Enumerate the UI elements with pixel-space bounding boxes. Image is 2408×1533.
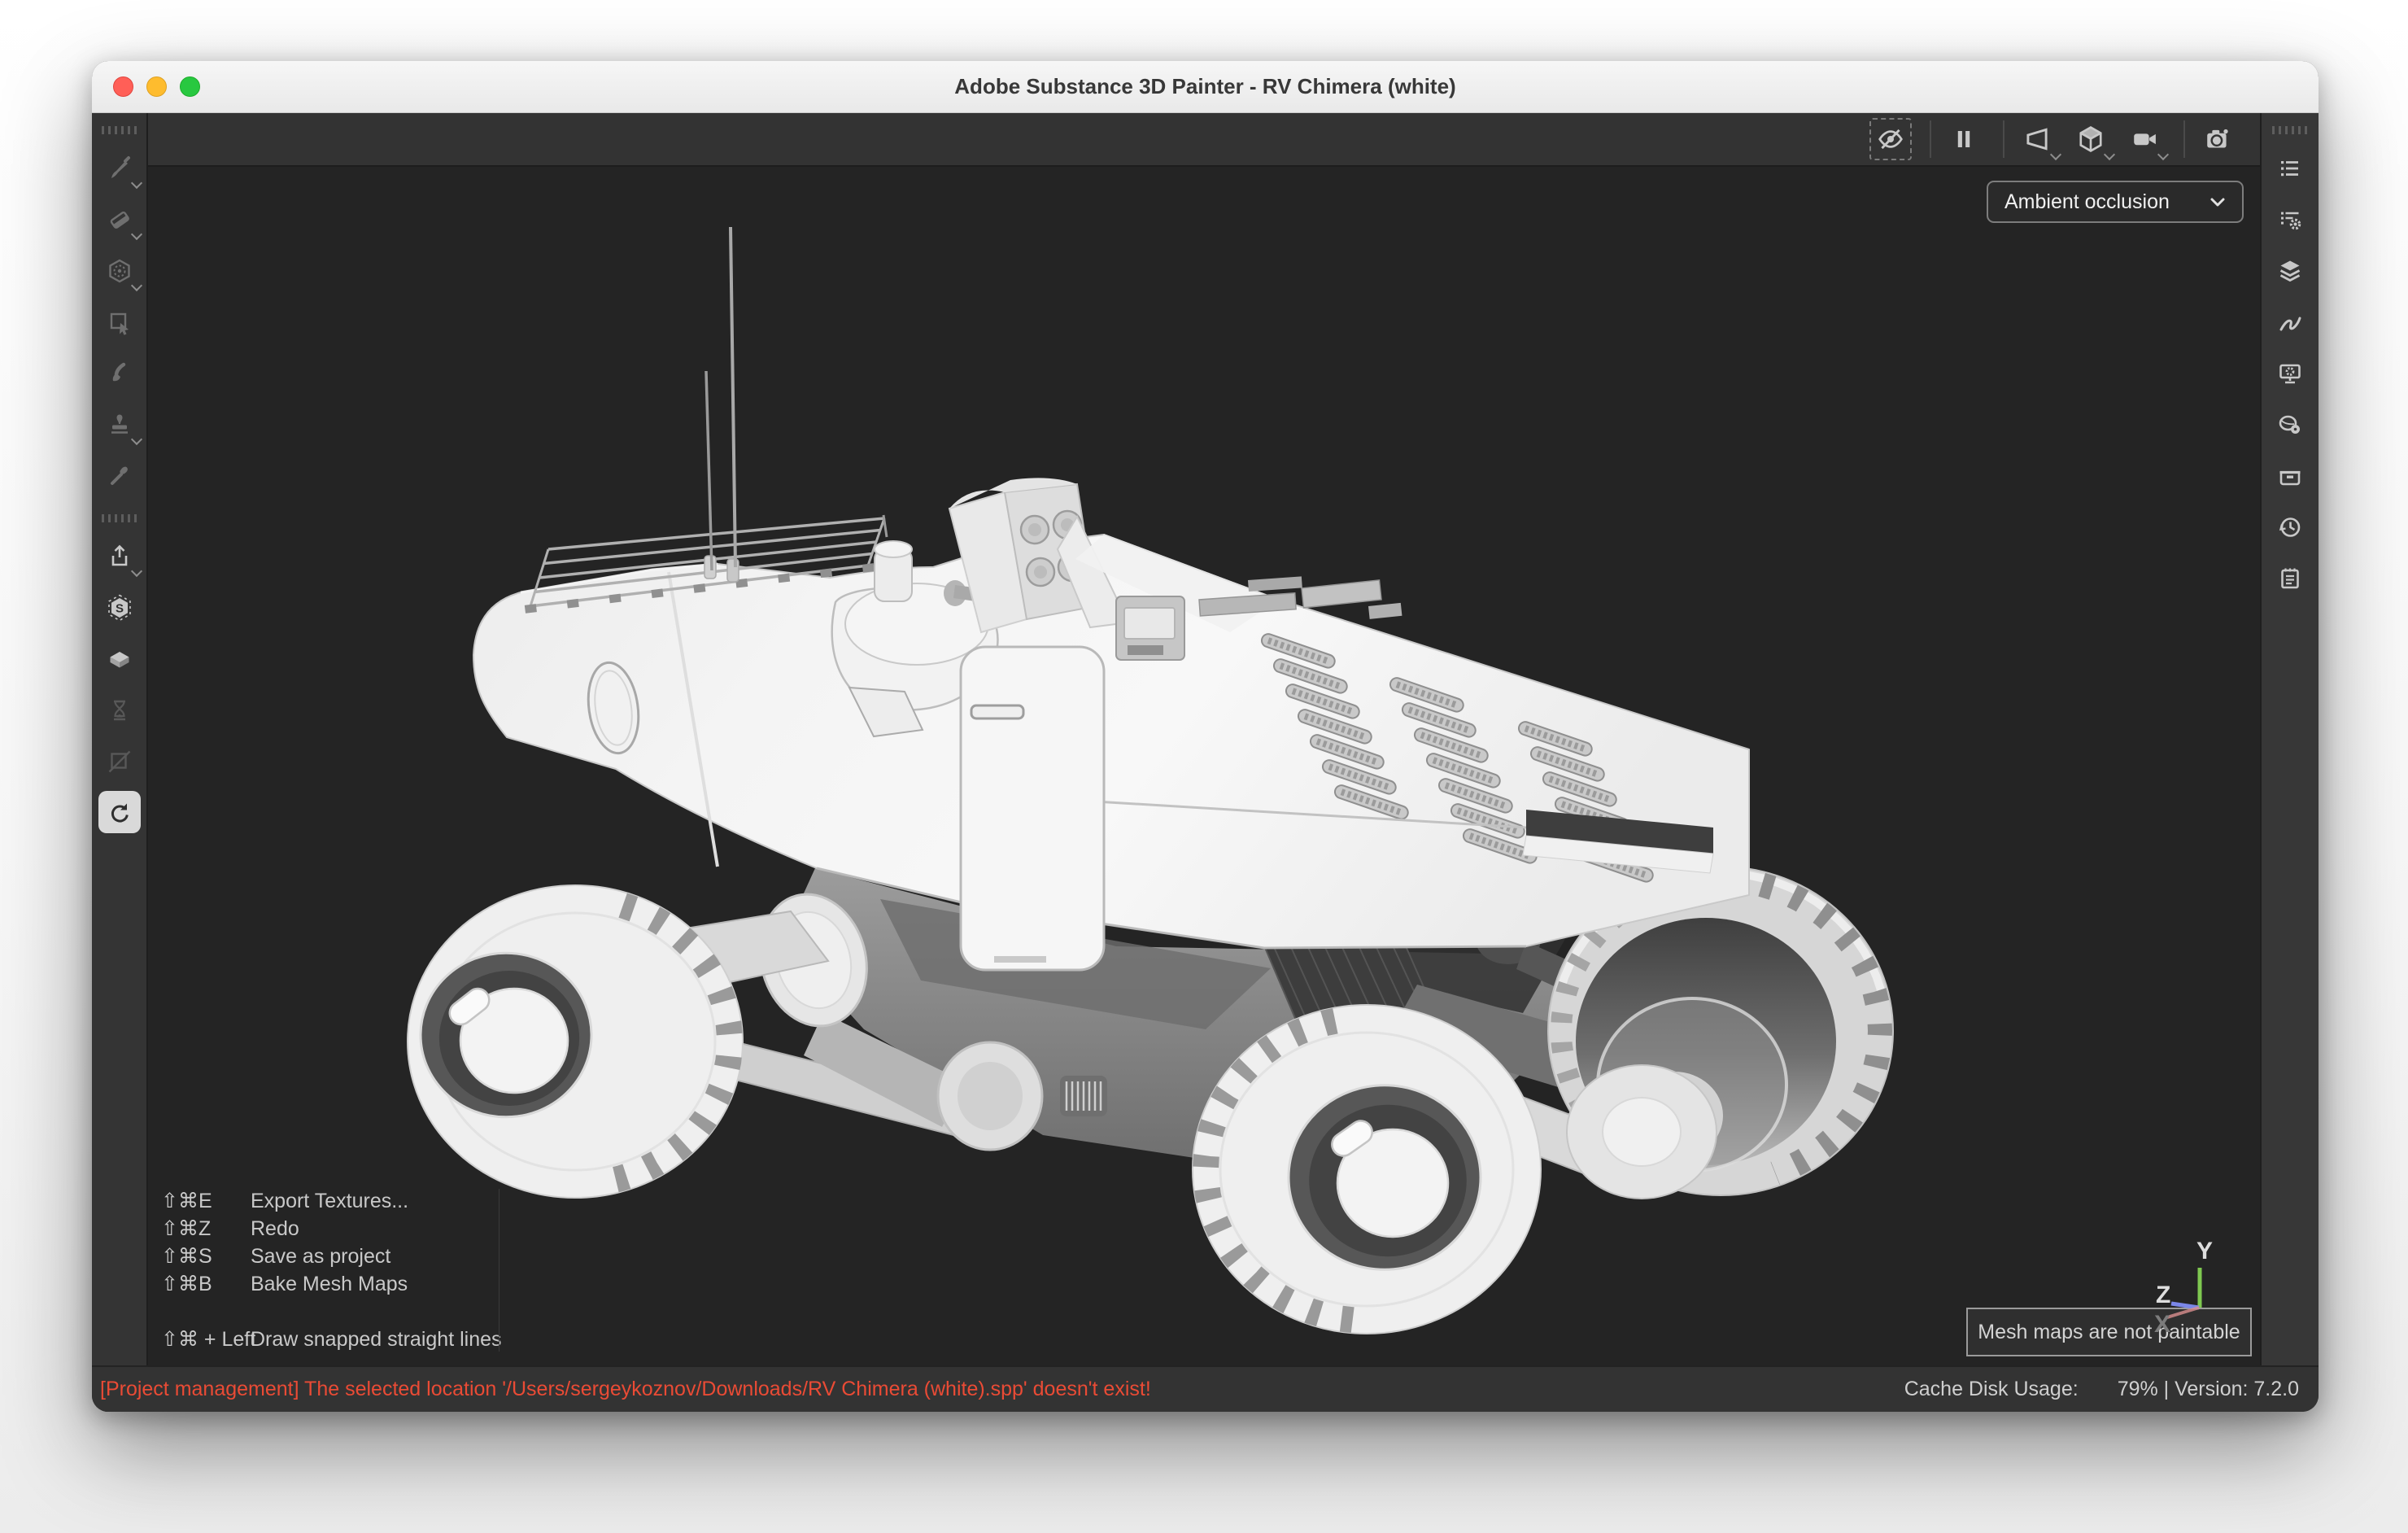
display-settings-panel-icon bbox=[2275, 359, 2305, 388]
statusbar: [Project management] The selected locati… bbox=[92, 1365, 2319, 1412]
center-column: Ambient occlusion ⇧⌘E Export Textures... … bbox=[148, 113, 2260, 1365]
bake-disabled-icon bbox=[105, 696, 134, 725]
toolbar-separator bbox=[2003, 120, 2004, 158]
main-content: S Ambient occlusion ⇧⌘E Export Textures..… bbox=[92, 113, 2319, 1365]
shortcut-row: ⇧⌘E Export Textures... bbox=[161, 1190, 409, 1212]
polygon-fill-tool-icon bbox=[105, 308, 134, 337]
toolbar-grip[interactable] bbox=[2272, 126, 2308, 134]
pause-engine-icon bbox=[1957, 131, 1970, 147]
toolbar-separator bbox=[1930, 120, 1931, 158]
history-panel-button[interactable] bbox=[2264, 501, 2316, 552]
camera-view-button[interactable] bbox=[2123, 118, 2170, 161]
properties-panel-icon bbox=[2275, 154, 2305, 183]
texture-set-panel-icon bbox=[2275, 461, 2305, 491]
export-textures-button[interactable] bbox=[94, 531, 146, 582]
desktop-background: Adobe Substance 3D Painter - RV Chimera … bbox=[0, 0, 2408, 1533]
shortcut-row: ⇧⌘Z Redo bbox=[161, 1217, 299, 1240]
rover-model[interactable] bbox=[148, 167, 2260, 1365]
resources-updater-icon bbox=[105, 798, 134, 828]
toolbar-grip[interactable] bbox=[101, 126, 137, 134]
paint-brush-tool-button[interactable] bbox=[94, 142, 146, 194]
color-picker-tool-icon bbox=[105, 461, 134, 491]
zoom-button[interactable] bbox=[180, 76, 200, 97]
color-picker-tool-button[interactable] bbox=[94, 450, 146, 501]
settings-list-panel-icon bbox=[2275, 205, 2305, 234]
close-button[interactable] bbox=[113, 76, 133, 97]
resources-updater-button[interactable] bbox=[94, 787, 146, 838]
log-panel-button[interactable] bbox=[2264, 552, 2316, 604]
viewport-snapshot-icon bbox=[2207, 129, 2228, 148]
minimize-button[interactable] bbox=[146, 76, 167, 97]
shader-settings-panel-icon bbox=[2275, 410, 2305, 439]
eraser-tool-button[interactable] bbox=[94, 194, 146, 245]
history-panel-icon bbox=[2275, 513, 2305, 542]
svg-text:S: S bbox=[115, 601, 123, 615]
layers-panel-button[interactable] bbox=[2264, 245, 2316, 296]
uv-disabled-button[interactable] bbox=[94, 736, 146, 787]
clone-stamp-tool-icon bbox=[105, 410, 134, 439]
bake-disabled-button[interactable] bbox=[94, 684, 146, 736]
app-window: Adobe Substance 3D Painter - RV Chimera … bbox=[92, 61, 2319, 1412]
export-textures-icon bbox=[105, 542, 134, 571]
eraser-tool-icon bbox=[105, 205, 134, 234]
perspective-view-icon bbox=[2026, 128, 2048, 151]
assets-button[interactable] bbox=[94, 633, 146, 684]
viewport-toolbar bbox=[148, 113, 2260, 167]
smudge-tool-icon bbox=[105, 359, 134, 388]
perspective-view-button[interactable] bbox=[2016, 118, 2062, 161]
status-cache-info: Cache Disk Usage: 79% | Version: 7.2.0 bbox=[1904, 1378, 2299, 1400]
substance-source-icon: S bbox=[105, 593, 134, 622]
shortcut-row: ⇧⌘B Bake Mesh Maps bbox=[161, 1273, 408, 1295]
projection-tool-icon bbox=[105, 256, 134, 286]
viewport-snapshot-button[interactable] bbox=[2196, 118, 2239, 160]
viewport-3d[interactable]: Ambient occlusion ⇧⌘E Export Textures... … bbox=[148, 167, 2260, 1365]
window-titlebar: Adobe Substance 3D Painter - RV Chimera … bbox=[92, 61, 2319, 113]
pause-engine-button[interactable] bbox=[1943, 118, 1985, 160]
properties-panel-button[interactable] bbox=[2264, 142, 2316, 194]
projection-tool-button[interactable] bbox=[94, 245, 146, 296]
layers-panel-icon bbox=[2275, 256, 2305, 286]
eye-visibility-toggle-button[interactable] bbox=[1869, 118, 1912, 160]
clone-stamp-tool-button[interactable] bbox=[94, 399, 146, 450]
display-settings-panel-button[interactable] bbox=[2264, 347, 2316, 399]
toolbar-grip[interactable] bbox=[101, 514, 137, 522]
texture-set-panel-button[interactable] bbox=[2264, 450, 2316, 501]
traffic-lights bbox=[113, 61, 200, 112]
eye-visibility-toggle-icon bbox=[1878, 129, 1903, 150]
camera-view-icon bbox=[2134, 133, 2156, 146]
paint-brush-tool-icon bbox=[105, 154, 134, 183]
substance-source-button[interactable]: S bbox=[94, 582, 146, 633]
mesh-display-button[interactable] bbox=[2070, 118, 2116, 161]
window-title: Adobe Substance 3D Painter - RV Chimera … bbox=[954, 74, 1456, 98]
polygon-fill-tool-button[interactable] bbox=[94, 296, 146, 347]
shortcut-row: ⇧⌘S Save as project bbox=[161, 1245, 391, 1268]
brush-stroke-panel-button[interactable] bbox=[2264, 296, 2316, 347]
assets-icon bbox=[105, 644, 134, 674]
channel-select-value: Ambient occlusion bbox=[2004, 190, 2170, 213]
status-tooltip: Mesh maps are not paintable bbox=[1966, 1308, 2252, 1356]
log-panel-icon bbox=[2275, 564, 2305, 593]
status-error-message: [Project management] The selected locati… bbox=[100, 1378, 1151, 1400]
shader-settings-panel-button[interactable] bbox=[2264, 399, 2316, 450]
uv-disabled-icon bbox=[105, 747, 134, 776]
brush-stroke-panel-icon bbox=[2275, 308, 2305, 337]
settings-list-panel-button[interactable] bbox=[2264, 194, 2316, 245]
mesh-display-icon bbox=[2079, 126, 2102, 152]
left-toolbar: S bbox=[92, 113, 148, 1365]
shortcut-hints: ⇧⌘E Export Textures... ⇧⌘Z Redo ⇧⌘S Save as… bbox=[161, 1187, 502, 1353]
right-toolbar bbox=[2260, 113, 2319, 1365]
smudge-tool-button[interactable] bbox=[94, 347, 146, 399]
shortcut-row: ⇧⌘ + LeftDraw snapped straight lines bbox=[161, 1328, 502, 1351]
chevron-down-icon bbox=[2210, 198, 2225, 207]
channel-select[interactable]: Ambient occlusion bbox=[1987, 181, 2244, 223]
toolbar-separator bbox=[2183, 120, 2185, 158]
